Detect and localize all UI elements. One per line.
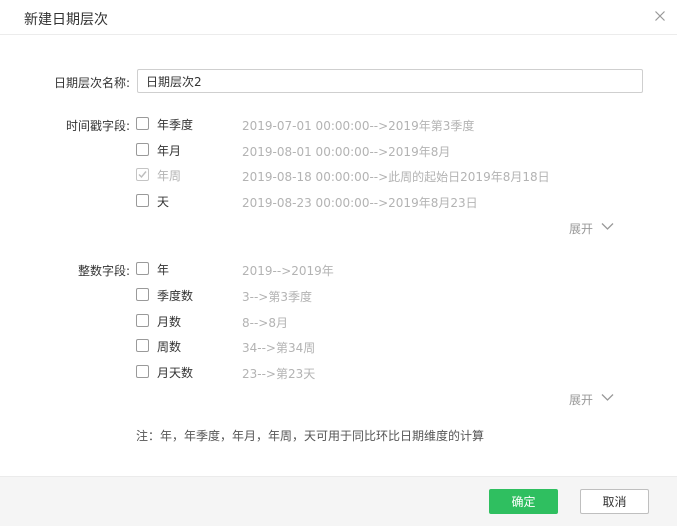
example-quarter-number: 3-->第3季度 — [242, 290, 312, 304]
name-label: 日期层次名称: — [53, 76, 130, 90]
checkbox-year-quarter[interactable] — [136, 117, 149, 130]
dialog-title: 新建日期层次 — [24, 12, 108, 28]
expand-integer-button[interactable]: 展开 — [569, 391, 614, 408]
option-label: 周数 — [157, 340, 182, 354]
option-label: 季度数 — [157, 289, 194, 303]
hierarchy-name-input[interactable] — [137, 69, 643, 93]
new-date-hierarchy-dialog: 新建日期层次 日期层次名称: 时间戳字段: 年季度 2019-07-01 00:… — [0, 0, 677, 526]
checkbox-day[interactable] — [136, 194, 149, 207]
dialog-header: 新建日期层次 — [0, 0, 677, 35]
example-year-quarter: 2019-07-01 00:00:00-->2019年第3季度 — [242, 119, 475, 133]
option-label: 年月 — [157, 144, 182, 158]
example-week-number: 34-->第34周 — [242, 341, 316, 355]
confirm-button[interactable]: 确定 — [489, 489, 558, 514]
check-icon — [138, 171, 147, 179]
checkbox-month-number[interactable] — [136, 314, 149, 327]
timestamp-fields-label: 时间戳字段: — [65, 119, 130, 133]
chevron-down-icon — [601, 223, 614, 230]
checkbox-year[interactable] — [136, 262, 149, 275]
expand-label: 展开 — [569, 393, 594, 407]
example-year: 2019-->2019年 — [242, 264, 334, 278]
example-year-week: 2019-08-18 00:00:00-->此周的起始日2019年8月18日 — [242, 170, 550, 184]
option-label: 月数 — [157, 315, 182, 329]
checkbox-quarter-number[interactable] — [136, 288, 149, 301]
option-label: 月天数 — [157, 366, 194, 380]
example-day-of-month: 23-->第23天 — [242, 367, 316, 381]
cancel-button[interactable]: 取消 — [580, 489, 649, 514]
checkbox-day-of-month[interactable] — [136, 365, 149, 378]
dialog-footer: 确定 取消 — [0, 476, 677, 526]
checkbox-week-number[interactable] — [136, 339, 149, 352]
checkbox-year-week — [136, 168, 149, 181]
checkbox-year-month[interactable] — [136, 143, 149, 156]
expand-label: 展开 — [569, 222, 594, 236]
chevron-down-icon — [601, 394, 614, 401]
option-label: 年周 — [157, 169, 182, 183]
option-label: 年 — [157, 263, 170, 277]
note-text: 注：年，年季度，年月，年周，天可用于同比环比日期维度的计算 — [136, 429, 485, 443]
example-month-number: 8-->8月 — [242, 316, 288, 330]
example-year-month: 2019-08-01 00:00:00-->2019年8月 — [242, 145, 451, 159]
example-day: 2019-08-23 00:00:00-->2019年8月23日 — [242, 196, 478, 210]
close-icon[interactable] — [652, 8, 668, 24]
option-label: 天 — [157, 195, 170, 209]
option-label: 年季度 — [157, 118, 194, 132]
expand-timestamp-button[interactable]: 展开 — [569, 220, 614, 237]
integer-fields-label: 整数字段: — [77, 264, 130, 278]
